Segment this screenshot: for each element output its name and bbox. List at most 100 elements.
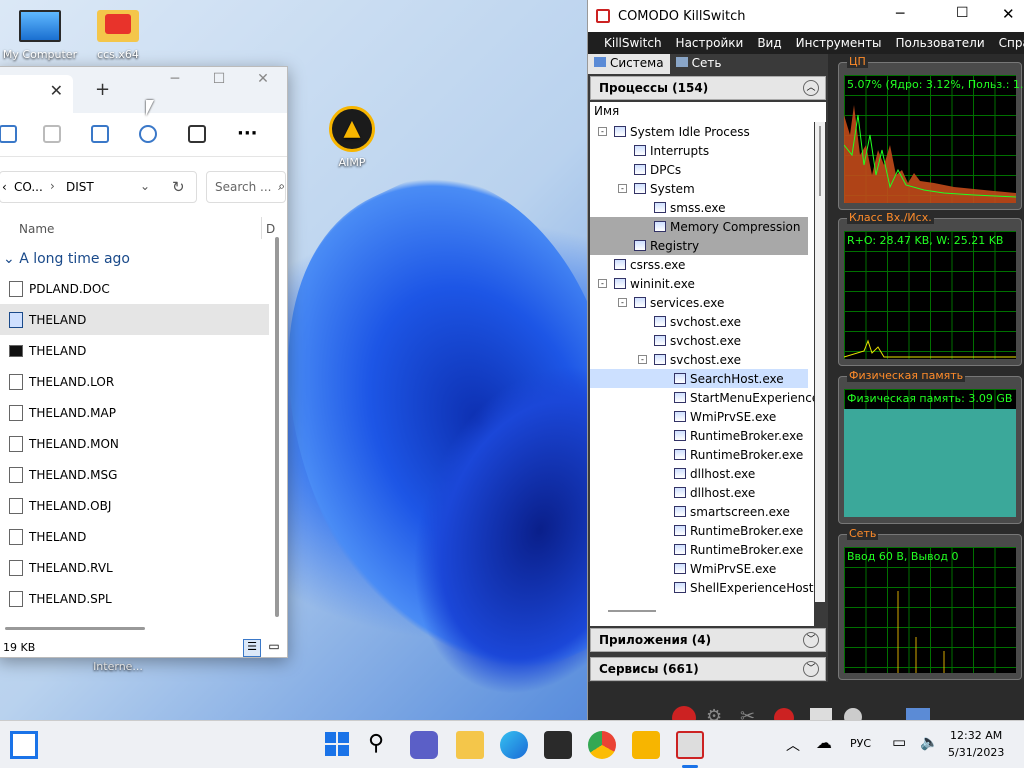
maximize-button[interactable]: ☐ (197, 71, 241, 95)
chevron-down-icon[interactable]: ⌄ (140, 179, 150, 193)
process-row[interactable]: svchost.exe (654, 331, 741, 350)
edge-icon[interactable] (500, 731, 528, 759)
menu-settings[interactable]: Настройки (669, 36, 751, 50)
new-tab-button[interactable]: + (95, 79, 110, 100)
file-row[interactable]: THELAND (0, 335, 269, 366)
menu-help[interactable]: Справка (992, 36, 1024, 50)
tiles-view-icon[interactable]: ▭ (265, 639, 283, 657)
menu-tools[interactable]: Инструменты (789, 36, 889, 50)
process-row[interactable]: WmiPrvSE.exe (674, 407, 776, 426)
process-row[interactable]: - svchost.exe (638, 350, 741, 369)
explorer-tab[interactable]: ✕ (0, 75, 73, 113)
close-button[interactable]: ✕ (1002, 5, 1015, 23)
breadcrumb-item[interactable]: CO... (14, 180, 43, 194)
details-view-icon[interactable]: ☰ (243, 639, 261, 657)
close-button[interactable]: ✕ (241, 71, 285, 95)
collapse-toggle-icon[interactable]: - (618, 184, 627, 193)
desktop-icon-internet[interactable]: Interne... (78, 660, 158, 673)
collapse-toggle-icon[interactable]: - (598, 127, 607, 136)
desktop-icon-my-computer[interactable]: My Computer (0, 10, 80, 61)
file-row[interactable]: THELAND.OBJ (0, 490, 269, 521)
minimize-button[interactable]: ─ (896, 6, 904, 22)
close-tab-icon[interactable]: ✕ (50, 81, 63, 100)
file-row[interactable]: THELAND.LOR (0, 366, 269, 397)
process-row[interactable]: DPCs (634, 160, 681, 179)
process-row[interactable]: WmiPrvSE.exe (674, 559, 776, 578)
chevron-up-icon[interactable]: ︿ (786, 735, 800, 755)
column-header-name[interactable]: Имя (590, 102, 826, 122)
search-box[interactable]: Search ... ⌕ (206, 171, 286, 203)
search-icon[interactable]: ⚲ (368, 731, 396, 759)
paste-icon[interactable] (43, 125, 61, 143)
copy-icon[interactable] (0, 125, 17, 143)
file-row[interactable]: THELAND (0, 521, 269, 552)
vertical-scrollbar[interactable] (275, 237, 279, 617)
browser-icon[interactable] (588, 731, 616, 759)
process-row[interactable]: RuntimeBroker.exe (674, 426, 803, 445)
process-row[interactable]: smartscreen.exe (674, 502, 790, 521)
desktop-icon-aimp[interactable]: ▲ AIMP (312, 106, 392, 169)
chat-icon[interactable] (410, 731, 438, 759)
file-row[interactable]: THELAND.MSG (0, 459, 269, 490)
process-row[interactable]: - services.exe (618, 293, 724, 312)
process-row[interactable]: - wininit.exe (598, 274, 695, 293)
column-divider[interactable] (261, 217, 262, 239)
widgets-icon[interactable] (10, 731, 38, 759)
app-shield-icon[interactable] (632, 731, 660, 759)
file-explorer-icon[interactable] (456, 731, 484, 759)
column-header-name[interactable]: Name (19, 222, 54, 236)
tab-network[interactable]: Сеть (670, 54, 728, 74)
menu-view[interactable]: Вид (750, 36, 788, 50)
desktop-icon-ccs[interactable]: ccs.x64 (78, 10, 158, 61)
tab-system[interactable]: Система (588, 54, 670, 74)
process-row[interactable]: - System Idle Process (598, 122, 750, 141)
language-indicator[interactable]: РУС (850, 737, 871, 750)
file-row[interactable]: THELAND.MAP (0, 397, 269, 428)
maximize-button[interactable]: ☐ (956, 5, 969, 21)
process-row[interactable]: SearchHost.exe (674, 369, 784, 388)
process-row[interactable]: RuntimeBroker.exe (674, 445, 803, 464)
column-header-next[interactable]: D (266, 222, 275, 236)
search-input[interactable]: Search ... (215, 180, 271, 194)
clock-date[interactable]: 5/31/2023 (948, 746, 1004, 759)
cloud-icon[interactable]: ☁ (816, 733, 832, 752)
process-row[interactable]: ShellExperienceHost.e (674, 578, 814, 597)
tree-vscroll[interactable] (815, 122, 825, 602)
applications-header[interactable]: Приложения (4) ﹀ (590, 628, 826, 652)
start-button[interactable] (324, 731, 352, 759)
network-status-icon[interactable]: ▭ (892, 733, 906, 751)
chevron-down-icon[interactable]: ﹀ (803, 632, 819, 648)
rename-icon[interactable] (91, 125, 109, 143)
process-row[interactable]: smss.exe (654, 198, 726, 217)
menu-killswitch[interactable]: KillSwitch (588, 36, 669, 50)
processes-header[interactable]: Процессы (154) ︿ (590, 76, 826, 100)
breadcrumb-item[interactable]: DIST (66, 180, 94, 194)
process-row[interactable]: RuntimeBroker.exe (674, 540, 803, 559)
file-row[interactable]: PDLAND.DOC (0, 273, 269, 304)
process-row[interactable]: StartMenuExperienceH (674, 388, 814, 407)
delete-icon[interactable] (188, 125, 206, 143)
process-row[interactable]: Registry (634, 236, 699, 255)
menu-users[interactable]: Пользователи (889, 36, 992, 50)
services-header[interactable]: Сервисы (661) ﹀ (590, 657, 826, 681)
collapse-toggle-icon[interactable]: - (598, 279, 607, 288)
chevron-up-icon[interactable]: ︿ (803, 80, 819, 96)
collapse-toggle-icon[interactable]: - (618, 298, 627, 307)
tree-hscroll[interactable] (608, 610, 656, 612)
process-row[interactable]: svchost.exe (654, 312, 741, 331)
more-options-icon[interactable]: ··· (237, 123, 258, 144)
process-row[interactable]: RuntimeBroker.exe (674, 521, 803, 540)
address-bar[interactable]: ‹ CO... › DIST ⌄ ↻ (0, 171, 197, 203)
volume-icon[interactable]: 🔈 (920, 733, 939, 751)
process-row[interactable]: Memory Compression (654, 217, 800, 236)
process-row[interactable]: dllhost.exe (674, 483, 755, 502)
collapse-toggle-icon[interactable]: - (638, 355, 647, 364)
file-row[interactable]: THELAND (0, 304, 269, 335)
process-row[interactable]: Interrupts (634, 141, 709, 160)
process-row[interactable]: dllhost.exe (674, 464, 755, 483)
chevron-down-icon[interactable]: ﹀ (803, 661, 819, 677)
store-icon[interactable] (544, 731, 572, 759)
group-header[interactable]: ⌄ A long time ago (3, 251, 130, 267)
clock-time[interactable]: 12:32 AM (950, 729, 1002, 742)
killswitch-taskbar-icon[interactable] (676, 731, 704, 759)
